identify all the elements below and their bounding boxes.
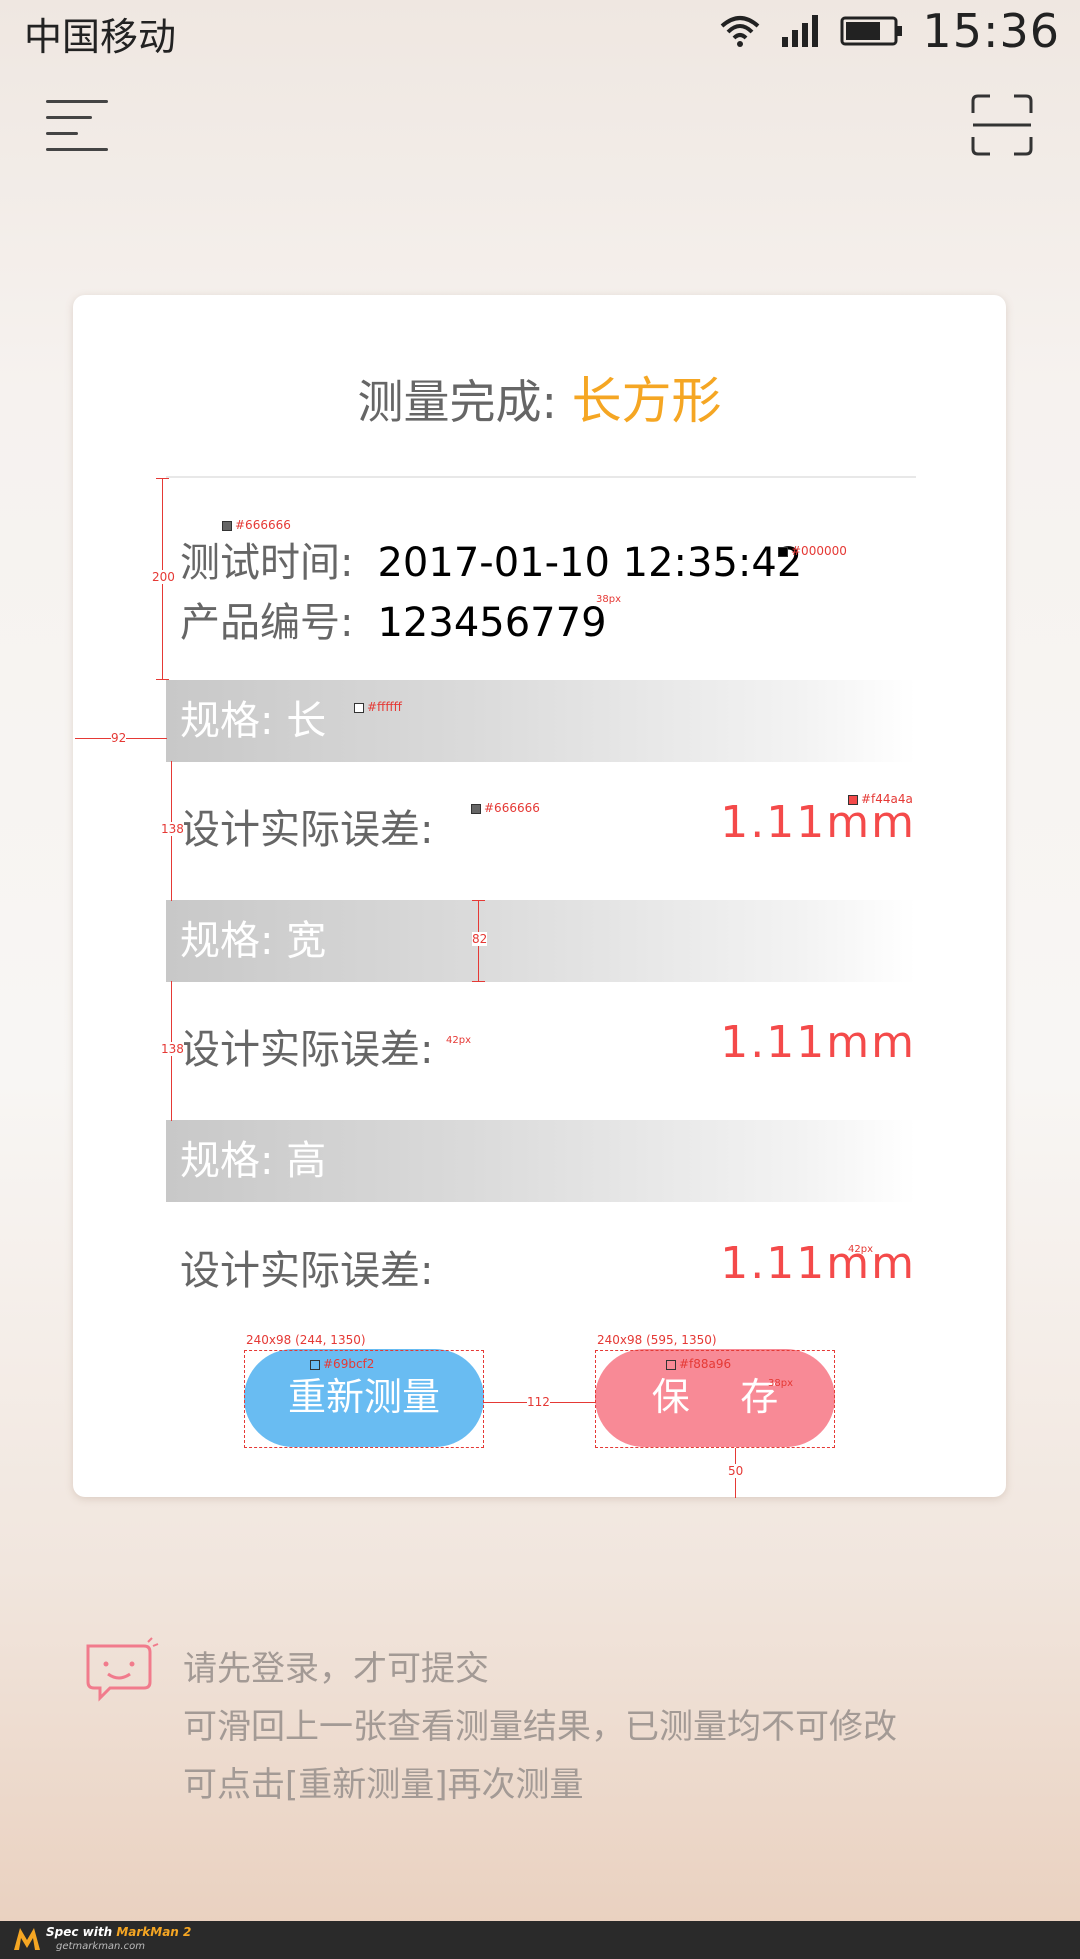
test-time-label: 测试时间:: [180, 540, 354, 586]
tip-line: 可滑回上一张查看测量结果，已测量均不可修改: [183, 1707, 897, 1747]
color-swatch: [471, 803, 481, 814]
result-card: 测量完成: 长方形 测试时间: 2017-01-10 12:35:42 产品编号:…: [73, 295, 1006, 1497]
color-swatch: [354, 702, 364, 713]
tips-text: 请先登录，才可提交 可滑回上一张查看测量结果，已测量均不可修改 可点击[重新测量…: [183, 1640, 897, 1814]
tip-line: 可点击[重新测量]再次测量: [183, 1765, 584, 1805]
dimension-line: [472, 981, 485, 982]
dimension-line: [156, 679, 169, 680]
card-title: 测量完成: 长方形: [73, 361, 1006, 433]
dimension-label: 112: [527, 1395, 550, 1409]
product-no-row: 产品编号: 123456779: [180, 590, 607, 648]
callout-text: #ffffff: [367, 700, 402, 714]
carrier-name: 中国移动: [24, 15, 177, 59]
color-callout: #ffffff: [354, 700, 402, 714]
spec-bar-length: 规格: 长: [166, 680, 916, 762]
title-prefix: 测量完成:: [357, 375, 557, 429]
dimension-label: 138: [161, 1042, 184, 1056]
dimension-label: 82: [472, 932, 488, 946]
dimension-line: [472, 900, 485, 901]
error-label: 设计实际误差:: [180, 1027, 434, 1073]
callout-text: #f88a96: [679, 1357, 732, 1371]
footer-site: getmarkman.com: [56, 1941, 145, 1952]
error-row-height: 设计实际误差: 1.11mm: [180, 1238, 916, 1298]
footer-brand: Spec with MarkMan 2: [46, 1925, 191, 1939]
signal-icon: [782, 15, 819, 47]
color-callout: #69bcf2: [310, 1357, 374, 1371]
color-swatch: [848, 794, 858, 805]
box-label: 240x98 (595, 1350): [597, 1333, 717, 1347]
color-swatch: [666, 1359, 676, 1370]
dimension-label: 92: [111, 731, 127, 745]
brand-prefix: Spec with: [46, 1925, 117, 1939]
title-divider: [166, 476, 916, 478]
spec-bar-width: 规格: 宽: [166, 900, 916, 982]
dimension-line: [156, 478, 169, 479]
wifi-icon: [721, 16, 760, 47]
callout-text: #f44a4a: [861, 792, 913, 806]
product-no-value: 123456779: [377, 600, 607, 646]
color-callout: #000000: [778, 544, 847, 558]
spec-bar-height: 规格: 高: [166, 1120, 916, 1202]
callout-text: #69bcf2: [323, 1357, 375, 1371]
brand-name: MarkMan 2: [116, 1925, 192, 1939]
color-callout: #666666: [222, 518, 291, 532]
battery-icon: [840, 16, 903, 46]
size-callout: 38px: [768, 1378, 793, 1389]
chat-smile-icon: [86, 1637, 159, 1702]
color-callout: #f88a96: [666, 1357, 731, 1371]
menu-icon[interactable]: [46, 100, 108, 152]
color-callout: #666666: [471, 801, 540, 815]
callout-text: #666666: [484, 801, 540, 815]
status-time: 15:36: [922, 4, 1060, 58]
title-shape: 长方形: [571, 372, 722, 430]
error-label: 设计实际误差:: [180, 807, 434, 853]
status-indicators: 15:36: [718, 4, 1060, 58]
size-callout: 42px: [848, 1244, 873, 1255]
error-row-width: 设计实际误差: 1.11mm: [180, 1017, 916, 1077]
callout-text: #666666: [235, 518, 291, 532]
test-time-row: 测试时间: 2017-01-10 12:35:42: [180, 530, 802, 588]
color-swatch: [310, 1359, 320, 1370]
markman-footer: Spec with MarkMan 2 getmarkman.com: [0, 1921, 1080, 1959]
size-callout: 38px: [596, 594, 621, 605]
size-callout: 42px: [446, 1035, 471, 1046]
product-no-label: 产品编号:: [180, 600, 354, 646]
callout-text: #000000: [791, 544, 847, 558]
tip-line: 请先登录，才可提交: [183, 1649, 489, 1689]
test-time-value: 2017-01-10 12:35:42: [377, 540, 803, 586]
error-value: 1.11mm: [720, 1017, 916, 1068]
dimension-label: 138: [161, 822, 184, 836]
box-label: 240x98 (244, 1350): [246, 1333, 366, 1347]
error-value: 1.11mm: [720, 1238, 916, 1289]
dimension-label: 200: [152, 570, 175, 584]
markman-logo-icon: [14, 1928, 40, 1950]
color-swatch: [222, 520, 232, 531]
color-swatch: [778, 546, 788, 557]
scan-icon[interactable]: [970, 93, 1034, 157]
error-row-length: 设计实际误差: 1.11mm: [180, 797, 916, 857]
error-label: 设计实际误差:: [180, 1248, 434, 1294]
dimension-label: 50: [728, 1464, 744, 1478]
status-bar: 中国移动 15:36: [0, 0, 1080, 62]
color-callout: #f44a4a: [848, 792, 913, 806]
